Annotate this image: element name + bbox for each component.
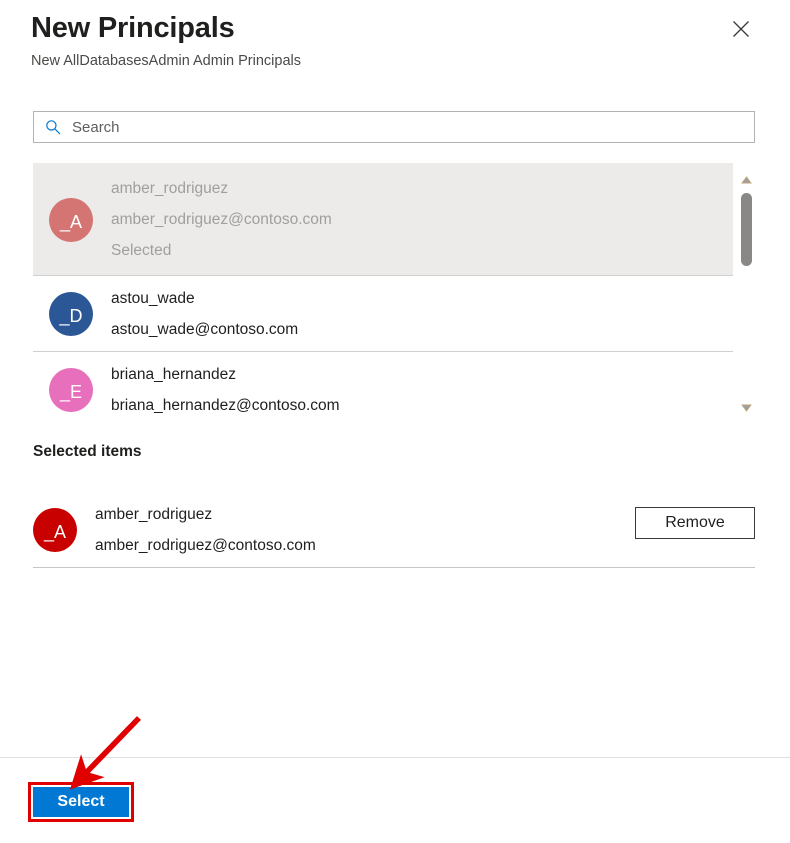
selected-item-email: amber_rodriguez@contoso.com <box>95 537 316 554</box>
list-item-state: Selected <box>111 242 172 259</box>
list-item[interactable]: _E briana_hernandez briana_hernandez@con… <box>33 352 733 422</box>
results-list[interactable]: _A amber_rodriguez amber_rodriguez@conto… <box>33 163 733 422</box>
selected-item-name: amber_rodriguez <box>95 506 213 523</box>
scrollbar-thumb[interactable] <box>741 193 752 266</box>
list-item-text: briana_hernandez briana_hernandez@contos… <box>111 359 340 421</box>
select-button[interactable]: Select <box>33 787 129 817</box>
list-item[interactable]: _D astou_wade astou_wade@contoso.com <box>33 276 733 352</box>
avatar: _A <box>49 197 93 242</box>
chevron-up-icon <box>741 171 752 189</box>
scroll-down-button[interactable] <box>738 399 755 416</box>
avatar: _A <box>33 508 77 552</box>
search-input[interactable] <box>70 113 710 141</box>
list-item-name: astou_wade <box>111 290 195 307</box>
avatar: _E <box>49 368 93 412</box>
close-button[interactable] <box>725 13 757 45</box>
list-item-name: briana_hernandez <box>111 366 236 383</box>
search-icon <box>45 119 61 135</box>
remove-button[interactable]: Remove <box>635 507 755 539</box>
list-item-email: briana_hernandez@contoso.com <box>111 397 340 414</box>
selected-item-row: _A amber_rodriguez amber_rodriguez@conto… <box>33 492 755 568</box>
list-item-name: amber_rodriguez <box>111 180 229 197</box>
list-item-text: astou_wade astou_wade@contoso.com <box>111 283 298 345</box>
page-title: New Principals <box>31 12 235 44</box>
close-icon <box>732 20 750 38</box>
scroll-up-button[interactable] <box>738 171 755 188</box>
list-item: _A amber_rodriguez amber_rodriguez@conto… <box>33 163 733 276</box>
list-item-email: amber_rodriguez@contoso.com <box>111 211 332 228</box>
list-item-email: astou_wade@contoso.com <box>111 321 299 338</box>
avatar: _D <box>49 292 93 336</box>
selected-items-heading: Selected items <box>33 443 142 460</box>
search-box[interactable] <box>33 111 755 143</box>
footer-divider <box>0 757 790 758</box>
selected-item-text: amber_rodriguez amber_rodriguez@contoso.… <box>95 499 316 561</box>
page-subtitle: New AllDatabasesAdmin Admin Principals <box>31 53 301 69</box>
list-item-text: amber_rodriguez amber_rodriguez@contoso.… <box>111 173 332 266</box>
results-panel: _A amber_rodriguez amber_rodriguez@conto… <box>33 163 755 422</box>
dialog-header: New Principals New AllDatabasesAdmin Adm… <box>0 0 790 92</box>
chevron-down-icon <box>741 399 752 417</box>
results-scrollbar[interactable] <box>738 163 755 422</box>
